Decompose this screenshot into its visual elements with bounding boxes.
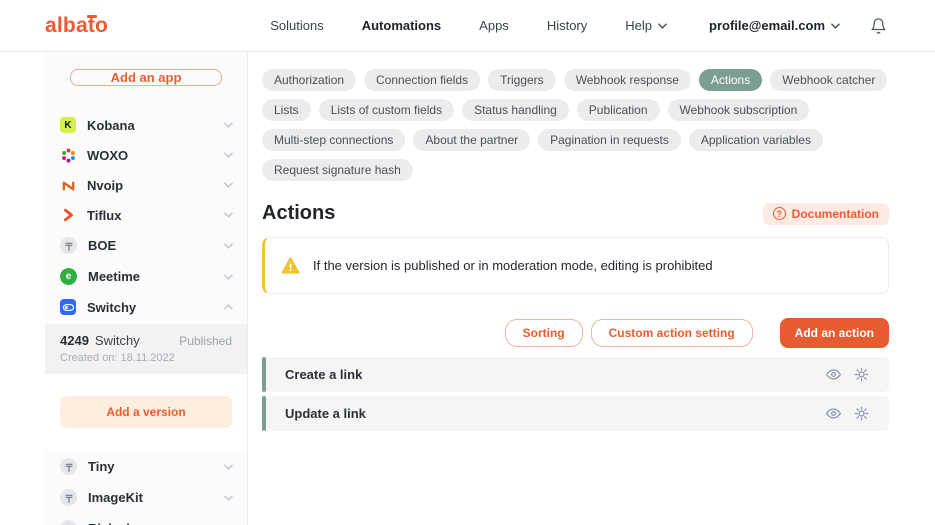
add-version-area: Add a version xyxy=(45,374,247,451)
sidebar-item-rickai[interactable]: Rick.ai xyxy=(45,513,247,525)
warning-text: If the version is published or in modera… xyxy=(313,258,713,273)
chevron-down-icon xyxy=(658,23,667,29)
question-circle-icon xyxy=(773,207,786,220)
nav-item-automations[interactable]: Automations xyxy=(362,18,441,33)
albato-logo[interactable]: albato xyxy=(45,14,108,38)
main-nav: Solutions Automations Apps History Help … xyxy=(270,17,887,35)
chip-request-signature-hash[interactable]: Request signature hash xyxy=(262,159,413,181)
left-gutter xyxy=(0,52,45,525)
warning-triangle-icon xyxy=(281,257,300,274)
action-row-update-a-link[interactable]: Update a link xyxy=(262,396,889,431)
apps-sidebar: Add an app K Kobana WOXO Nvoip xyxy=(45,52,248,525)
chevron-down-icon[interactable] xyxy=(224,152,233,158)
title-row: Actions Documentation xyxy=(262,202,889,225)
switchy-app-icon xyxy=(60,299,76,315)
meetime-app-icon: e xyxy=(60,268,77,285)
woxo-app-icon xyxy=(60,147,76,163)
sorting-button[interactable]: Sorting xyxy=(505,319,583,347)
chevron-down-icon[interactable] xyxy=(224,122,233,128)
custom-action-setting-button[interactable]: Custom action setting xyxy=(591,319,753,347)
kobana-app-icon: K xyxy=(60,117,76,133)
chip-webhook-subscription[interactable]: Webhook subscription xyxy=(668,99,810,121)
chevron-down-icon[interactable] xyxy=(224,243,233,249)
chip-multi-step-connections[interactable]: Multi-step connections xyxy=(262,129,405,151)
chevron-down-icon[interactable] xyxy=(224,495,233,501)
chevron-up-icon[interactable] xyxy=(224,304,233,310)
section-tag-chips: Authorization Connection fields Triggers… xyxy=(262,69,889,181)
version-id: 4249 xyxy=(60,333,89,348)
sidebar-item-imagekit[interactable]: ImageKit xyxy=(45,482,247,513)
nav-item-history[interactable]: History xyxy=(547,18,587,33)
add-action-button[interactable]: Add an action xyxy=(780,318,889,348)
version-app-name: Switchy xyxy=(95,333,140,348)
chip-webhook-catcher[interactable]: Webhook catcher xyxy=(770,69,887,91)
actions-toolbar: Sorting Custom action setting Add an act… xyxy=(262,318,889,348)
page-layout: Add an app K Kobana WOXO Nvoip xyxy=(0,52,935,525)
chevron-down-icon[interactable] xyxy=(224,464,233,470)
profile-menu[interactable]: profile@email.com xyxy=(709,18,840,33)
default-app-icon xyxy=(60,520,77,525)
row-icons xyxy=(826,406,869,421)
top-navbar: albato Solutions Automations Apps Histor… xyxy=(0,0,935,52)
version-status-badge: Published xyxy=(179,334,232,348)
sidebar-item-kobana[interactable]: K Kobana xyxy=(45,110,247,140)
main-content: Authorization Connection fields Triggers… xyxy=(248,52,935,525)
default-app-icon xyxy=(60,458,77,475)
sidebar-item-tiflux[interactable]: Tiflux xyxy=(45,200,247,230)
sidebar-item-meetime[interactable]: e Meetime xyxy=(45,261,247,292)
chip-application-variables[interactable]: Application variables xyxy=(689,129,823,151)
sidebar-item-tiny[interactable]: Tiny xyxy=(45,451,247,482)
default-app-icon xyxy=(60,489,77,506)
nav-item-solutions[interactable]: Solutions xyxy=(270,18,323,33)
chip-triggers[interactable]: Triggers xyxy=(488,69,556,91)
app-list: K Kobana WOXO Nvoip xyxy=(45,110,247,525)
sidebar-item-switchy[interactable]: Switchy xyxy=(45,292,247,322)
chip-actions-selected[interactable]: Actions xyxy=(699,69,762,91)
add-version-button[interactable]: Add a version xyxy=(60,396,232,428)
default-app-icon xyxy=(60,237,77,254)
settings-gear-icon[interactable] xyxy=(854,406,869,421)
chip-connection-fields[interactable]: Connection fields xyxy=(364,69,480,91)
view-eye-icon[interactable] xyxy=(826,367,841,382)
documentation-link[interactable]: Documentation xyxy=(763,203,889,225)
chevron-down-icon[interactable] xyxy=(224,212,233,218)
sidebar-item-woxo[interactable]: WOXO xyxy=(45,140,247,170)
chip-webhook-response[interactable]: Webhook response xyxy=(564,69,691,91)
version-created-date: Created on: 18.11.2022 xyxy=(60,352,232,364)
chip-publication[interactable]: Publication xyxy=(577,99,660,121)
nav-item-apps[interactable]: Apps xyxy=(479,18,509,33)
sidebar-item-boe[interactable]: BOE xyxy=(45,230,247,261)
page-title: Actions xyxy=(262,202,335,225)
notifications-bell-icon[interactable] xyxy=(870,17,887,35)
chip-authorization[interactable]: Authorization xyxy=(262,69,356,91)
switchy-version-block[interactable]: 4249 Switchy Published Created on: 18.11… xyxy=(45,324,247,374)
chip-pagination-in-requests[interactable]: Pagination in requests xyxy=(538,129,681,151)
chip-lists-of-custom-fields[interactable]: Lists of custom fields xyxy=(319,99,454,121)
nvoip-app-icon xyxy=(60,177,76,193)
chip-lists[interactable]: Lists xyxy=(262,99,311,121)
add-app-button[interactable]: Add an app xyxy=(70,69,222,86)
action-row-create-a-link[interactable]: Create a link xyxy=(262,357,889,392)
nav-item-help[interactable]: Help xyxy=(625,18,667,33)
view-eye-icon[interactable] xyxy=(826,406,841,421)
chevron-down-icon[interactable] xyxy=(224,274,233,280)
row-icons xyxy=(826,367,869,382)
settings-gear-icon[interactable] xyxy=(854,367,869,382)
chevron-down-icon xyxy=(831,23,840,29)
warning-banner: If the version is published or in modera… xyxy=(262,237,889,294)
chevron-down-icon[interactable] xyxy=(224,182,233,188)
chip-about-the-partner[interactable]: About the partner xyxy=(413,129,530,151)
actions-list: Create a link Update a link xyxy=(262,357,889,431)
chip-status-handling[interactable]: Status handling xyxy=(462,99,569,121)
sidebar-item-nvoip[interactable]: Nvoip xyxy=(45,170,247,200)
tiflux-app-icon xyxy=(60,207,76,223)
version-row: 4249 Switchy Published xyxy=(60,333,232,348)
